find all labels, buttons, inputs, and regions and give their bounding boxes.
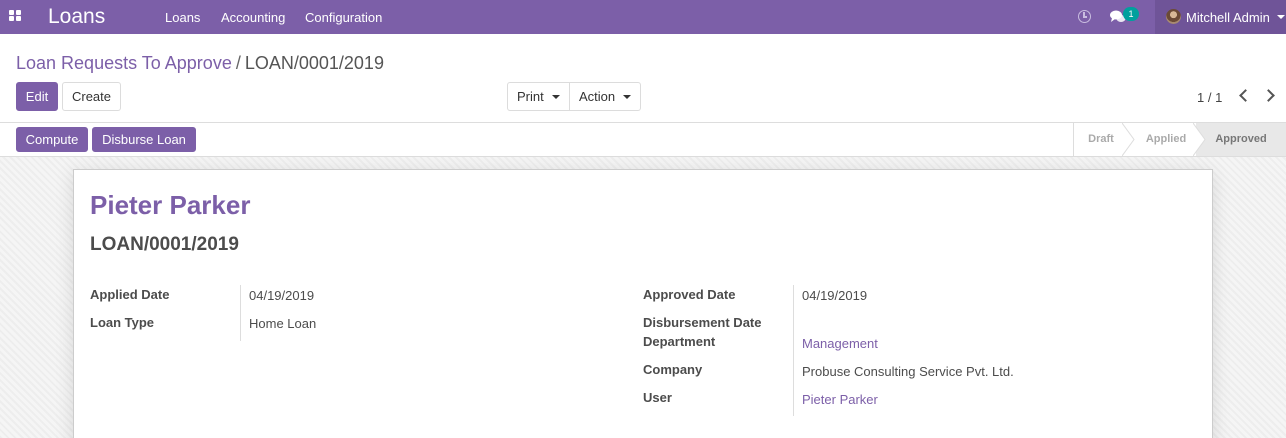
- print-action-group: Print Action: [507, 82, 641, 111]
- action-caret-icon: [623, 94, 632, 99]
- field-divider: [240, 285, 241, 341]
- menu-configuration[interactable]: Configuration: [305, 10, 382, 25]
- department-label: Department: [643, 334, 716, 349]
- chat-badge: 1: [1123, 7, 1139, 21]
- company-label: Company: [643, 362, 703, 377]
- breadcrumb: Loan Requests To Approve / LOAN/0001/2019: [16, 53, 384, 74]
- clock-icon[interactable]: [1078, 10, 1091, 23]
- approved-date-value[interactable]: 04/19/2019: [802, 288, 867, 303]
- loan-type-value[interactable]: Home Loan: [249, 316, 316, 331]
- action-label: Action: [579, 89, 616, 104]
- compute-button[interactable]: Compute: [16, 127, 88, 152]
- user-menu[interactable]: Mitchell Admin: [1155, 0, 1286, 34]
- disbursement-date-label: Disbursement Date: [643, 315, 762, 330]
- avatar: [1166, 9, 1181, 24]
- user-name: Mitchell Admin: [1186, 10, 1270, 25]
- top-navbar: Loans Loans Accounting Configuration 1 M…: [0, 0, 1286, 34]
- approved-date-label: Approved Date: [643, 287, 736, 302]
- form-sheet: Pieter Parker LOAN/0001/2019 Applied Dat…: [73, 169, 1213, 438]
- pager-value[interactable]: 1 / 1: [1197, 90, 1222, 105]
- field-divider: [793, 285, 794, 416]
- print-caret-icon: [551, 94, 560, 99]
- stage-applied[interactable]: Applied: [1134, 123, 1198, 156]
- menu-loans[interactable]: Loans: [165, 10, 200, 25]
- print-dropdown[interactable]: Print: [517, 83, 560, 110]
- app-brand[interactable]: Loans: [48, 5, 105, 29]
- loan-type-label: Loan Type: [90, 315, 155, 330]
- disburse-loan-button[interactable]: Disburse Loan: [92, 127, 196, 152]
- create-button[interactable]: Create: [62, 82, 121, 111]
- department-link[interactable]: Management: [802, 336, 878, 351]
- breadcrumb-separator: /: [235, 53, 241, 73]
- dropdown-divider: [569, 83, 570, 110]
- stage-approved[interactable]: Approved: [1196, 123, 1286, 156]
- user-menu-caret-icon: [1277, 15, 1285, 19]
- statusbar: Compute Disburse Loan Draft Applied Appr…: [0, 122, 1286, 157]
- user-link[interactable]: Pieter Parker: [802, 392, 878, 407]
- stage-draft[interactable]: Draft: [1074, 123, 1128, 156]
- pager-next-icon[interactable]: [1262, 89, 1275, 102]
- stage-arrow-icon: [1193, 123, 1206, 156]
- edit-button[interactable]: Edit: [16, 82, 58, 111]
- record-name[interactable]: Pieter Parker: [90, 190, 250, 221]
- print-label: Print: [517, 89, 544, 104]
- applied-date-value[interactable]: 04/19/2019: [249, 288, 314, 303]
- apps-grid-icon[interactable]: [9, 10, 23, 22]
- stage-approved-label: Approved: [1215, 133, 1267, 145]
- menu-accounting[interactable]: Accounting: [221, 10, 285, 25]
- breadcrumb-parent-link[interactable]: Loan Requests To Approve: [16, 53, 232, 73]
- action-dropdown[interactable]: Action: [579, 83, 632, 110]
- record-reference: LOAN/0001/2019: [90, 234, 239, 255]
- user-label: User: [643, 390, 672, 405]
- applied-date-label: Applied Date: [90, 287, 170, 302]
- pager-previous-icon[interactable]: [1239, 89, 1252, 102]
- company-value[interactable]: Probuse Consulting Service Pvt. Ltd.: [802, 364, 1014, 379]
- breadcrumb-current: LOAN/0001/2019: [244, 53, 384, 73]
